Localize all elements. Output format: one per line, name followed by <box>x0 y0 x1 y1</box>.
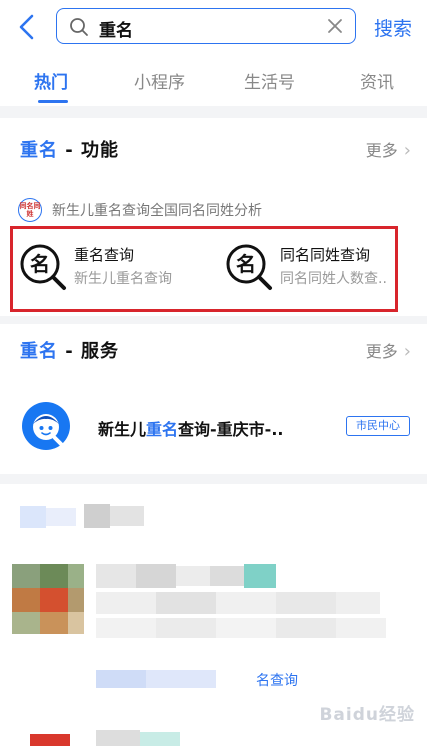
chevron-right-icon: › <box>403 140 411 161</box>
mosaic-block <box>156 618 216 638</box>
service-title-rest: - 服务 <box>58 341 120 362</box>
app-badge-icon: 同名同姓 <box>18 198 42 222</box>
tab-hot[interactable]: 热门 <box>34 68 68 93</box>
mosaic-block <box>12 588 40 612</box>
search-query-text: 重名 <box>99 21 133 41</box>
function-description-row[interactable]: 同名同姓 新生儿重名查询全国同名同姓分析 <box>18 198 418 222</box>
service-title-pre: 新生儿 <box>98 420 147 439</box>
mosaic-block <box>68 612 84 634</box>
section-divider <box>0 474 427 484</box>
service-section-title: 重名 - 服务 <box>20 337 119 363</box>
function-title-highlight: 重名 <box>20 140 58 161</box>
service-item[interactable]: 新生儿重名查询-重庆市-.. 市民中心 <box>0 392 427 462</box>
name-search-icon: 名 <box>20 244 66 290</box>
mosaic-block <box>40 588 68 612</box>
service-title-post: 查询-重庆市-.. <box>178 420 284 439</box>
mosaic-block <box>96 618 156 638</box>
mosaic-block <box>96 730 140 746</box>
chevron-right-icon: › <box>403 341 411 362</box>
blurred-link-text[interactable]: 名查询 <box>256 670 298 690</box>
mosaic-block <box>46 508 76 526</box>
citizen-center-avatar-icon <box>22 402 70 450</box>
function-more-link[interactable]: 更多 › <box>366 137 411 161</box>
service-tag-badge: 市民中心 <box>346 416 410 436</box>
mosaic-block <box>68 564 84 588</box>
search-icon <box>70 18 88 36</box>
mosaic-block <box>244 564 276 588</box>
name-search-icon: 名 <box>226 244 272 290</box>
function-section-title: 重名 - 功能 <box>20 136 119 162</box>
search-button[interactable]: 搜索 <box>374 14 412 41</box>
svg-text:名: 名 <box>30 252 50 276</box>
category-tabs: 热门 小程序 生活号 资讯 <box>0 56 427 106</box>
mosaic-block <box>140 732 180 746</box>
search-input[interactable]: 重名 <box>56 8 356 44</box>
more-label: 更多 <box>365 342 398 361</box>
tool-same-name-check[interactable]: 名 同名同姓查询 同名同姓人数查.. <box>224 240 396 300</box>
mosaic-block <box>110 506 144 526</box>
mosaic-block <box>12 612 40 634</box>
mosaic-block <box>176 566 210 586</box>
back-arrow-icon[interactable] <box>14 12 40 42</box>
tool-name-check[interactable]: 名 重名查询 新生儿重名查询 <box>18 240 208 300</box>
service-item-title: 新生儿重名查询-重庆市-.. <box>98 416 283 440</box>
mosaic-block <box>216 618 276 638</box>
mosaic-block <box>40 564 68 588</box>
tab-life-accounts[interactable]: 生活号 <box>244 68 295 93</box>
tab-news[interactable]: 资讯 <box>360 68 394 93</box>
watermark: Baidu经验 <box>319 705 415 725</box>
mosaic-block <box>276 618 336 638</box>
service-more-link[interactable]: 更多 › <box>366 338 411 362</box>
mosaic-block <box>276 592 336 614</box>
mosaic-block <box>40 612 68 634</box>
tool-subtitle: 新生儿重名查询 <box>74 271 172 287</box>
active-tab-indicator <box>38 100 68 103</box>
tool-subtitle: 同名同姓人数查.. <box>280 271 387 287</box>
clear-icon[interactable] <box>327 18 343 34</box>
service-title-highlight-text: 重名 <box>146 420 179 439</box>
tool-name: 同名同姓查询 <box>280 246 371 264</box>
mosaic-block <box>96 564 136 588</box>
mosaic-block <box>68 588 84 612</box>
mosaic-block <box>336 618 386 638</box>
function-description: 新生儿重名查询全国同名同姓分析 <box>52 203 262 219</box>
top-bar: 重名 搜索 <box>0 0 427 56</box>
mosaic-block <box>96 592 156 614</box>
mosaic-block <box>336 592 380 614</box>
more-label: 更多 <box>365 141 398 160</box>
mosaic-block <box>84 504 110 528</box>
mosaic-block <box>210 566 244 586</box>
service-title-highlight: 重名 <box>20 341 58 362</box>
tab-mini-programs[interactable]: 小程序 <box>134 68 185 93</box>
mosaic-block <box>136 564 176 588</box>
section-divider <box>0 316 427 324</box>
function-title-rest: - 功能 <box>58 140 120 161</box>
mosaic-block <box>96 670 146 688</box>
section-divider <box>0 106 427 118</box>
mosaic-block <box>216 592 276 614</box>
tool-name: 重名查询 <box>74 246 135 264</box>
mosaic-block <box>12 564 40 588</box>
mosaic-block <box>146 670 216 688</box>
svg-text:名: 名 <box>236 252 256 276</box>
mosaic-block <box>20 506 46 528</box>
mosaic-block <box>30 734 70 746</box>
mosaic-block <box>156 592 216 614</box>
